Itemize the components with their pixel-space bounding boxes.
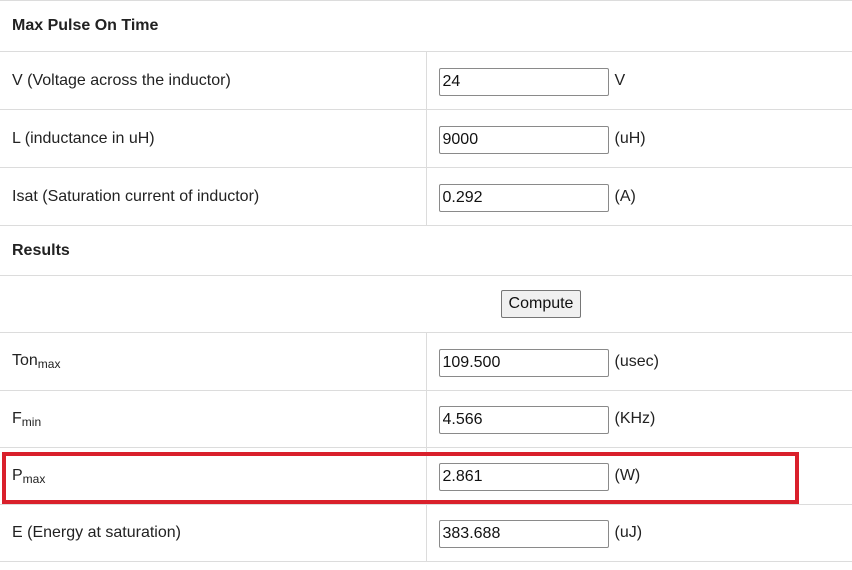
ton-output[interactable] <box>438 348 609 377</box>
ton-label: Tonmax <box>0 332 426 391</box>
isat-unit: (A) <box>614 187 636 205</box>
pmax-label-sub: max <box>22 471 46 486</box>
result-row-pmax: Pmax (W) <box>0 447 852 505</box>
inductance-unit: (uH) <box>614 129 646 147</box>
isat-input[interactable] <box>438 183 609 212</box>
energy-label: E (Energy at saturation) <box>0 504 426 562</box>
results-header-row: Results <box>0 225 852 276</box>
voltage-label: V (Voltage across the inductor) <box>0 51 426 110</box>
input-row-inductance: L (inductance in uH) (uH) <box>0 109 852 168</box>
fmin-label: Fmin <box>0 390 426 448</box>
section-title: Max Pulse On Time <box>0 0 852 52</box>
inductance-label: L (inductance in uH) <box>0 109 426 168</box>
ton-label-sub: max <box>37 357 61 371</box>
section-title-text: Max Pulse On Time <box>12 17 159 34</box>
energy-label-main: E (Energy at saturation) <box>12 524 181 541</box>
pmax-unit: (W) <box>614 467 641 484</box>
fmin-output[interactable] <box>438 406 609 434</box>
pmax-label: Pmax <box>0 447 426 505</box>
input-row-voltage: V (Voltage across the inductor) V <box>0 51 852 110</box>
inductance-input[interactable] <box>438 125 609 154</box>
compute-row: Compute <box>0 275 852 333</box>
fmin-unit: (KHz) <box>614 410 656 427</box>
ton-label-main: Ton <box>12 352 38 369</box>
result-row-ton: Tonmax (usec) <box>0 332 852 391</box>
calculator-page: Max Pulse On Time V (Voltage across the … <box>0 0 852 570</box>
section-header-row: Max Pulse On Time <box>0 0 852 52</box>
compute-button[interactable]: Compute <box>500 290 582 318</box>
pmax-output[interactable] <box>438 463 609 491</box>
calculator-table: Max Pulse On Time V (Voltage across the … <box>0 0 852 562</box>
result-row-energy: E (Energy at saturation) (uJ) <box>0 504 852 562</box>
pmax-label-main: P <box>12 466 23 484</box>
input-row-isat: Isat (Saturation current of inductor) (A… <box>0 167 852 226</box>
energy-output[interactable] <box>438 520 609 548</box>
results-title: Results <box>12 241 70 259</box>
energy-unit: (uJ) <box>614 524 643 541</box>
result-row-fmin: Fmin (KHz) <box>0 390 852 448</box>
fmin-label-main: F <box>12 409 22 427</box>
ton-unit: (usec) <box>614 352 659 370</box>
fmin-label-sub: min <box>21 414 42 429</box>
isat-label: Isat (Saturation current of inductor) <box>0 167 426 226</box>
voltage-input[interactable] <box>438 67 609 96</box>
voltage-unit: V <box>614 71 626 89</box>
